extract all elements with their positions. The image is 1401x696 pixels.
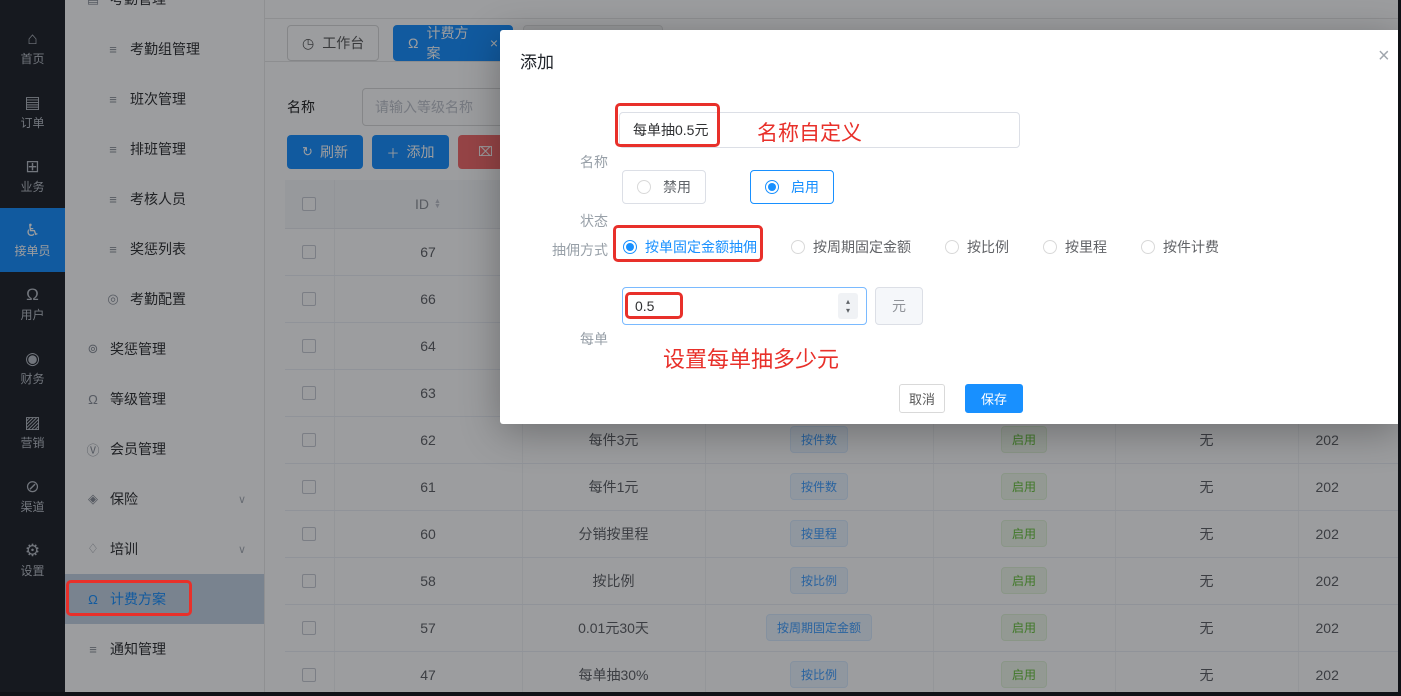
radio-icon [623, 240, 637, 254]
step-up-icon[interactable]: ▴ [846, 297, 850, 306]
method-radio-group: 按单固定金额抽佣 按周期固定金额 按比例 按里程 按件计费 [623, 229, 1219, 265]
method-option-按单固定金额抽佣[interactable]: 按单固定金额抽佣 [623, 237, 757, 257]
method-field-label: 抽佣方式 [500, 240, 608, 260]
unit-addon: 元 [875, 287, 923, 325]
screen-bottom-edge [0, 692, 1401, 696]
radio-icon [1141, 240, 1155, 254]
method-option-按件计费[interactable]: 按件计费 [1141, 237, 1219, 257]
per-order-label: 每单 [500, 329, 608, 349]
radio-icon [945, 240, 959, 254]
status-option-label: 启用 [791, 177, 819, 197]
method-option-label: 按里程 [1065, 237, 1107, 257]
status-field-label: 状态 [500, 211, 608, 231]
status-option-禁用[interactable]: 禁用 [622, 170, 706, 204]
method-option-按比例[interactable]: 按比例 [945, 237, 1009, 257]
name-field-label: 名称 [500, 152, 608, 172]
method-option-按里程[interactable]: 按里程 [1043, 237, 1107, 257]
per-order-value: 0.5 [635, 298, 654, 314]
add-dialog: 添加 × 名称 每单抽0.5元 状态 禁用 启用 抽佣方式 按单固定金额抽佣 按周期… [500, 30, 1401, 424]
method-option-label: 按比例 [967, 237, 1009, 257]
name-field-value: 每单抽0.5元 [633, 120, 708, 140]
cancel-button[interactable]: 取消 [899, 384, 945, 413]
method-option-label: 按单固定金额抽佣 [645, 237, 757, 257]
step-down-icon[interactable]: ▾ [846, 306, 850, 315]
method-option-label: 按周期固定金额 [813, 237, 911, 257]
method-option-按周期固定金额[interactable]: 按周期固定金额 [791, 237, 911, 257]
number-stepper[interactable]: ▴▾ [838, 293, 858, 319]
per-order-input[interactable]: 0.5 ▴▾ [622, 287, 867, 325]
save-button[interactable]: 保存 [965, 384, 1023, 413]
dialog-title: 添加 [520, 48, 554, 73]
method-option-label: 按件计费 [1163, 237, 1219, 257]
status-option-label: 禁用 [663, 177, 691, 197]
radio-icon [1043, 240, 1057, 254]
radio-icon [765, 180, 779, 194]
status-option-启用[interactable]: 启用 [750, 170, 834, 204]
radio-icon [791, 240, 805, 254]
screen: ⌂首页▤订单⊞业务♿接单员Ω用户◉财务▨营销⊘渠道⚙设置 ▤考勤管理≡考勤组管理… [0, 0, 1401, 696]
dialog-close-icon[interactable]: × [1378, 46, 1390, 66]
name-field-input[interactable]: 每单抽0.5元 [619, 112, 1020, 148]
radio-icon [637, 180, 651, 194]
